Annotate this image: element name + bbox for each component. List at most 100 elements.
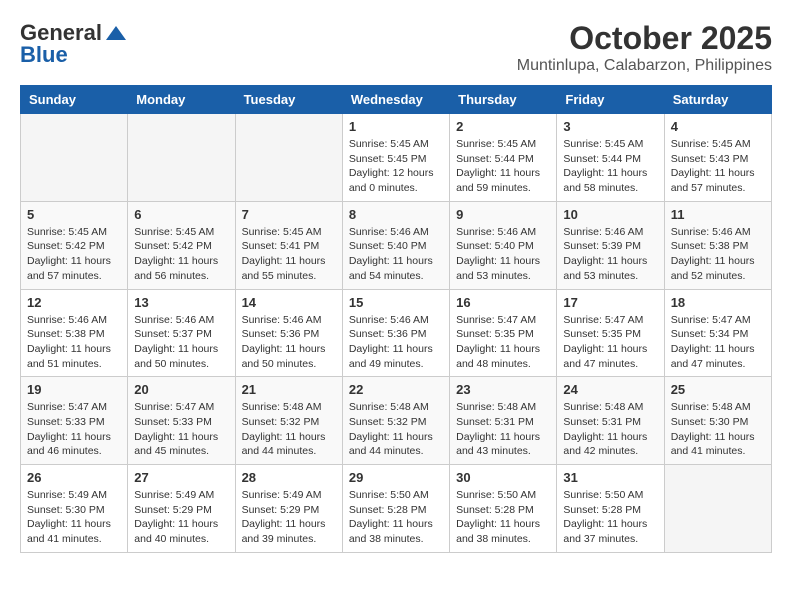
header-wednesday: Wednesday (342, 86, 449, 114)
table-row: 29 Sunrise: 5:50 AMSunset: 5:28 PMDayligh… (342, 465, 449, 553)
table-row: 19Sunrise: 5:47 AMSunset: 5:33 PMDayligh… (21, 377, 128, 465)
day-info: Sunrise: 5:49 AMSunset: 5:29 PMDaylight:… (134, 488, 228, 547)
table-row (664, 465, 771, 553)
day-number: 18 (671, 295, 765, 310)
day-info: Sunrise: 5:45 AMSunset: 5:45 PMDaylight:… (349, 137, 443, 196)
table-row: 1 Sunrise: 5:45 AMSunset: 5:45 PMDaylight… (342, 114, 449, 202)
day-number: 1 (349, 119, 443, 134)
table-row: 8 Sunrise: 5:46 AMSunset: 5:40 PMDaylight… (342, 201, 449, 289)
calendar-week-row: 1 Sunrise: 5:45 AMSunset: 5:45 PMDaylight… (21, 114, 772, 202)
logo-blue: Blue (20, 42, 68, 68)
table-row: 9Sunrise: 5:46 AMSunset: 5:40 PMDaylight… (450, 201, 557, 289)
calendar-week-row: 19Sunrise: 5:47 AMSunset: 5:33 PMDayligh… (21, 377, 772, 465)
day-number: 2 (456, 119, 550, 134)
day-info: Sunrise: 5:48 AMSunset: 5:30 PMDaylight:… (671, 400, 765, 459)
table-row: 28Sunrise: 5:49 AMSunset: 5:29 PMDayligh… (235, 465, 342, 553)
table-row: 17 Sunrise: 5:47 AMSunset: 5:35 PMDayligh… (557, 289, 664, 377)
table-row: 7Sunrise: 5:45 AMSunset: 5:41 PMDaylight… (235, 201, 342, 289)
day-number: 9 (456, 207, 550, 222)
table-row: 26 Sunrise: 5:49 AMSunset: 5:30 PMDayligh… (21, 465, 128, 553)
day-number: 17 (563, 295, 657, 310)
day-info: Sunrise: 5:50 AMSunset: 5:28 PMDaylight:… (456, 488, 550, 547)
table-row: 12 Sunrise: 5:46 AMSunset: 5:38 PMDayligh… (21, 289, 128, 377)
table-row: 15 Sunrise: 5:46 AMSunset: 5:36 PMDayligh… (342, 289, 449, 377)
day-number: 5 (27, 207, 121, 222)
day-info: Sunrise: 5:49 AMSunset: 5:29 PMDaylight:… (242, 488, 336, 547)
table-row: 23 Sunrise: 5:48 AMSunset: 5:31 PMDayligh… (450, 377, 557, 465)
day-info: Sunrise: 5:48 AMSunset: 5:32 PMDaylight:… (349, 400, 443, 459)
day-number: 23 (456, 382, 550, 397)
day-info: Sunrise: 5:47 AMSunset: 5:34 PMDaylight:… (671, 313, 765, 372)
header-thursday: Thursday (450, 86, 557, 114)
table-row: 3 Sunrise: 5:45 AMSunset: 5:44 PMDaylight… (557, 114, 664, 202)
header-sunday: Sunday (21, 86, 128, 114)
table-row (235, 114, 342, 202)
day-info: Sunrise: 5:46 AMSunset: 5:39 PMDaylight:… (563, 225, 657, 284)
day-info: Sunrise: 5:45 AMSunset: 5:43 PMDaylight:… (671, 137, 765, 196)
table-row: 21 Sunrise: 5:48 AMSunset: 5:32 PMDayligh… (235, 377, 342, 465)
day-info: Sunrise: 5:48 AMSunset: 5:32 PMDaylight:… (242, 400, 336, 459)
calendar-week-row: 26 Sunrise: 5:49 AMSunset: 5:30 PMDayligh… (21, 465, 772, 553)
table-row: 5 Sunrise: 5:45 AMSunset: 5:42 PMDaylight… (21, 201, 128, 289)
header-monday: Monday (128, 86, 235, 114)
calendar-subtitle: Muntinlupa, Calabarzon, Philippines (517, 57, 772, 75)
table-row: 13 Sunrise: 5:46 AMSunset: 5:37 PMDayligh… (128, 289, 235, 377)
day-number: 12 (27, 295, 121, 310)
header-saturday: Saturday (664, 86, 771, 114)
day-number: 13 (134, 295, 228, 310)
day-number: 8 (349, 207, 443, 222)
table-row: 25 Sunrise: 5:48 AMSunset: 5:30 PMDayligh… (664, 377, 771, 465)
table-row: 20Sunrise: 5:47 AMSunset: 5:33 PMDayligh… (128, 377, 235, 465)
table-row: 6Sunrise: 5:45 AMSunset: 5:42 PMDaylight… (128, 201, 235, 289)
day-number: 15 (349, 295, 443, 310)
logo: General Blue (20, 20, 126, 68)
day-number: 3 (563, 119, 657, 134)
day-number: 11 (671, 207, 765, 222)
day-number: 22 (349, 382, 443, 397)
day-number: 24 (563, 382, 657, 397)
table-row: 24 Sunrise: 5:48 AMSunset: 5:31 PMDayligh… (557, 377, 664, 465)
day-info: Sunrise: 5:47 AMSunset: 5:35 PMDaylight:… (563, 313, 657, 372)
day-number: 19 (27, 382, 121, 397)
day-number: 14 (242, 295, 336, 310)
calendar-title: October 2025 (517, 20, 772, 57)
day-number: 31 (563, 470, 657, 485)
logo-arrow-icon (104, 24, 126, 42)
calendar-week-row: 12 Sunrise: 5:46 AMSunset: 5:38 PMDayligh… (21, 289, 772, 377)
page-header: General Blue October 2025 Muntinlupa, Ca… (20, 20, 772, 75)
day-info: Sunrise: 5:46 AMSunset: 5:40 PMDaylight:… (349, 225, 443, 284)
day-number: 27 (134, 470, 228, 485)
day-info: Sunrise: 5:46 AMSunset: 5:36 PMDaylight:… (242, 313, 336, 372)
header-tuesday: Tuesday (235, 86, 342, 114)
calendar-week-row: 5 Sunrise: 5:45 AMSunset: 5:42 PMDaylight… (21, 201, 772, 289)
day-number: 26 (27, 470, 121, 485)
header-friday: Friday (557, 86, 664, 114)
day-info: Sunrise: 5:48 AMSunset: 5:31 PMDaylight:… (456, 400, 550, 459)
table-row (128, 114, 235, 202)
day-info: Sunrise: 5:46 AMSunset: 5:38 PMDaylight:… (27, 313, 121, 372)
day-number: 29 (349, 470, 443, 485)
day-info: Sunrise: 5:45 AMSunset: 5:42 PMDaylight:… (134, 225, 228, 284)
table-row: 10 Sunrise: 5:46 AMSunset: 5:39 PMDayligh… (557, 201, 664, 289)
table-row: 16Sunrise: 5:47 AMSunset: 5:35 PMDayligh… (450, 289, 557, 377)
day-info: Sunrise: 5:50 AMSunset: 5:28 PMDaylight:… (563, 488, 657, 547)
day-info: Sunrise: 5:49 AMSunset: 5:30 PMDaylight:… (27, 488, 121, 547)
day-info: Sunrise: 5:50 AMSunset: 5:28 PMDaylight:… (349, 488, 443, 547)
table-row: 18 Sunrise: 5:47 AMSunset: 5:34 PMDayligh… (664, 289, 771, 377)
table-row: 4Sunrise: 5:45 AMSunset: 5:43 PMDaylight… (664, 114, 771, 202)
table-row: 11Sunrise: 5:46 AMSunset: 5:38 PMDayligh… (664, 201, 771, 289)
calendar-table: Sunday Monday Tuesday Wednesday Thursday… (20, 85, 772, 553)
day-number: 10 (563, 207, 657, 222)
day-info: Sunrise: 5:48 AMSunset: 5:31 PMDaylight:… (563, 400, 657, 459)
table-row: 30Sunrise: 5:50 AMSunset: 5:28 PMDayligh… (450, 465, 557, 553)
day-info: Sunrise: 5:46 AMSunset: 5:37 PMDaylight:… (134, 313, 228, 372)
day-info: Sunrise: 5:45 AMSunset: 5:41 PMDaylight:… (242, 225, 336, 284)
table-row (21, 114, 128, 202)
day-info: Sunrise: 5:45 AMSunset: 5:42 PMDaylight:… (27, 225, 121, 284)
day-number: 20 (134, 382, 228, 397)
day-info: Sunrise: 5:45 AMSunset: 5:44 PMDaylight:… (563, 137, 657, 196)
title-block: October 2025 Muntinlupa, Calabarzon, Phi… (517, 20, 772, 75)
day-number: 25 (671, 382, 765, 397)
day-number: 21 (242, 382, 336, 397)
day-info: Sunrise: 5:46 AMSunset: 5:36 PMDaylight:… (349, 313, 443, 372)
